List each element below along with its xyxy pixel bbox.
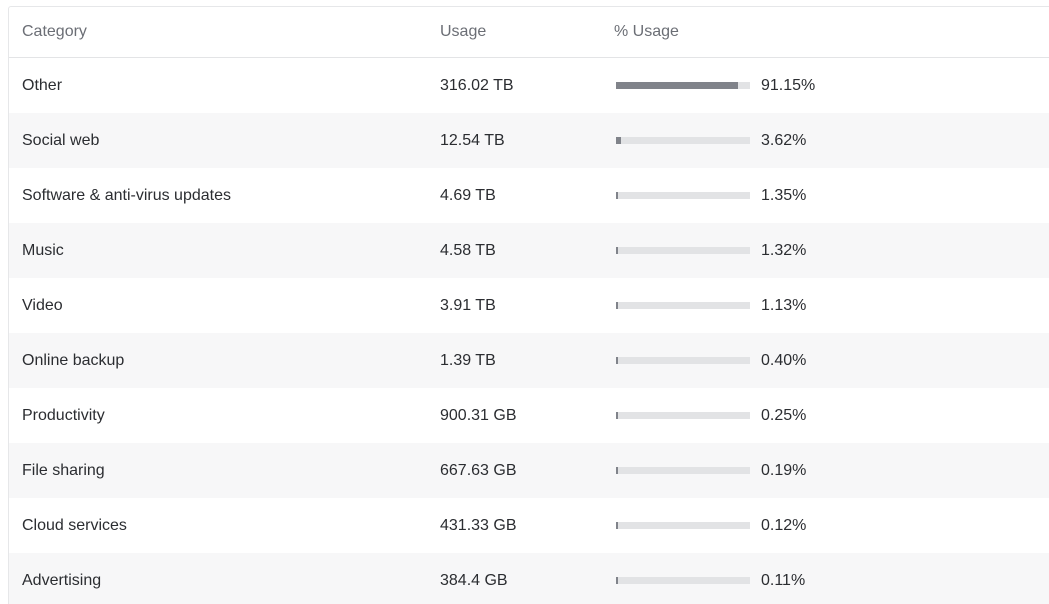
category-cell: Advertising (22, 571, 102, 589)
usage-cell: 384.4 GB (440, 571, 508, 589)
usage-bar-fill (616, 301, 618, 309)
percent-usage-cell: 0.11% (761, 571, 806, 589)
usage-bar (616, 466, 750, 474)
usage-table: Category Usage % Usage Other 316.02 TB 91.… (8, 6, 1049, 604)
usage-bar (616, 301, 750, 309)
category-cell: Cloud services (22, 516, 127, 534)
usage-bar (616, 411, 750, 419)
table-header-row: Category Usage % Usage (9, 7, 1049, 58)
table-row[interactable]: Other 316.02 TB 91.15% (9, 58, 1049, 113)
percent-usage-cell: 0.19% (761, 461, 807, 479)
usage-bar-fill (616, 136, 621, 144)
column-header-percent-usage[interactable]: % Usage (614, 7, 679, 57)
category-cell: Software & anti-virus updates (22, 186, 231, 204)
usage-bar-fill (616, 81, 738, 89)
category-cell: File sharing (22, 461, 105, 479)
usage-bar (616, 81, 750, 89)
usage-cell: 4.69 TB (440, 186, 496, 204)
percent-usage-cell: 91.15% (761, 76, 816, 94)
usage-bar (616, 246, 750, 254)
percent-usage-cell: 1.35% (761, 186, 807, 204)
table-row[interactable]: Productivity 900.31 GB 0.25% (9, 388, 1049, 443)
percent-usage-cell: 0.40% (761, 351, 807, 369)
usage-bar-fill (616, 521, 618, 529)
usage-cell: 316.02 TB (440, 76, 514, 94)
usage-cell: 4.58 TB (440, 241, 496, 259)
table-row[interactable]: Online backup 1.39 TB 0.40% (9, 333, 1049, 388)
percent-usage-cell: 3.62% (761, 131, 807, 149)
usage-bar-fill (616, 466, 618, 474)
usage-bar (616, 136, 750, 144)
percent-usage-cell: 0.25% (761, 406, 807, 424)
category-cell: Productivity (22, 406, 105, 424)
category-cell: Social web (22, 131, 100, 149)
percent-usage-cell: 0.12% (761, 516, 807, 534)
category-cell: Video (22, 296, 63, 314)
percent-usage-cell: 1.32% (761, 241, 807, 259)
category-cell: Music (22, 241, 64, 259)
table-row[interactable]: Advertising 384.4 GB 0.11% (9, 553, 1049, 604)
usage-cell: 900.31 GB (440, 406, 517, 424)
usage-cell: 12.54 TB (440, 131, 505, 149)
usage-cell: 1.39 TB (440, 351, 496, 369)
usage-bar-fill (616, 246, 618, 254)
category-cell: Online backup (22, 351, 125, 369)
percent-usage-cell: 1.13% (761, 296, 807, 314)
table-row[interactable]: Music 4.58 TB 1.32% (9, 223, 1049, 278)
usage-cell: 667.63 GB (440, 461, 517, 479)
table-row[interactable]: Cloud services 431.33 GB 0.12% (9, 498, 1049, 553)
usage-bar-fill (616, 576, 618, 584)
usage-bar (616, 191, 750, 199)
usage-bar (616, 356, 750, 364)
table-row[interactable]: Software & anti-virus updates 4.69 TB 1.35… (9, 168, 1049, 223)
column-header-category[interactable]: Category (22, 7, 87, 57)
usage-cell: 3.91 TB (440, 296, 496, 314)
usage-bar (616, 521, 750, 529)
usage-bar-fill (616, 411, 618, 419)
category-cell: Other (22, 76, 63, 94)
table-body: Other 316.02 TB 91.15% Social web 12.54 TB 3.… (9, 58, 1049, 604)
table-row[interactable]: Video 3.91 TB 1.13% (9, 278, 1049, 333)
table-row[interactable]: File sharing 667.63 GB 0.19% (9, 443, 1049, 498)
usage-cell: 431.33 GB (440, 516, 517, 534)
usage-bar-fill (616, 356, 618, 364)
usage-bar (616, 576, 750, 584)
table-row[interactable]: Social web 12.54 TB 3.62% (9, 113, 1049, 168)
column-header-usage[interactable]: Usage (440, 7, 486, 57)
usage-bar-fill (616, 191, 618, 199)
